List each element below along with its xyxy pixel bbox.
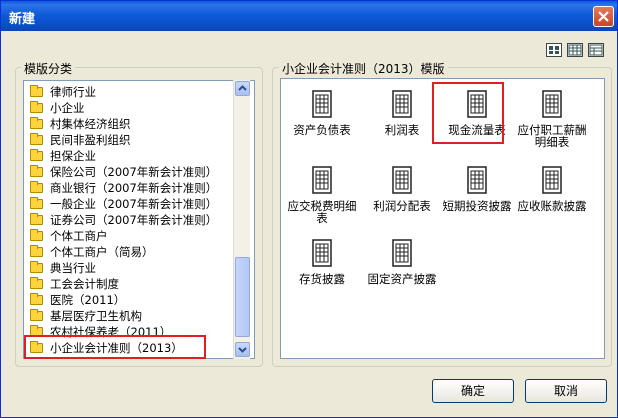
close-button[interactable] [593, 6, 614, 27]
folder-icon [30, 197, 43, 209]
category-label: 律师行业 [50, 85, 96, 99]
category-label: 小企业 [50, 101, 85, 115]
chevron-up-icon [238, 85, 247, 91]
template-label: 存货披露 [299, 272, 345, 286]
folder-icon [30, 133, 43, 145]
template-item[interactable]: 利润分配表 [365, 162, 439, 224]
template-label: 利润分配表 [373, 199, 431, 213]
category-item[interactable]: 商业银行（2007年新会计准则） [26, 180, 234, 196]
spreadsheet-icon [312, 239, 332, 267]
spreadsheet-icon [392, 166, 412, 194]
spreadsheet-icon [312, 166, 332, 194]
category-label: 保险公司（2007年新会计准则） [50, 165, 218, 179]
category-item[interactable]: 基层医疗卫生机构 [26, 308, 234, 324]
template-label: 短期投资披露 [442, 199, 512, 213]
category-label: 村集体经济组织 [50, 117, 131, 131]
folder-icon [30, 261, 43, 273]
category-item[interactable]: 医院（2011） [26, 292, 234, 308]
category-item[interactable]: 民间非盈利组织 [26, 132, 234, 148]
scroll-down-button[interactable] [235, 342, 250, 357]
title-bar[interactable]: 新建 [1, 1, 617, 31]
folder-icon [30, 309, 43, 321]
folder-icon [30, 85, 43, 97]
category-list[interactable]: 律师行业小企业村集体经济组织 民间非盈利组织 担保企业保险公司（2007年新会计准则… [23, 80, 255, 359]
category-label: 医院（2011） [50, 293, 126, 307]
spreadsheet-icon [392, 90, 412, 118]
folder-icon [30, 181, 43, 193]
window-title: 新建 [9, 12, 36, 27]
template-label: 利润表 [384, 123, 420, 137]
chevron-down-icon [238, 347, 247, 353]
folder-icon [30, 229, 43, 241]
template-label: 应交税费明细表 [287, 199, 357, 225]
category-item[interactable]: 个体工商户（简易） [26, 244, 234, 260]
spreadsheet-icon [392, 239, 412, 267]
folder-icon [30, 117, 43, 129]
template-group-label: 小企业会计准则（2013）模版 [279, 60, 448, 77]
large-icons-view-icon[interactable] [546, 43, 562, 57]
category-item[interactable]: 典当行业 [26, 260, 234, 276]
spreadsheet-icon [542, 90, 562, 118]
template-label: 应付职工薪酬明细表 [517, 123, 587, 149]
folder-icon [30, 165, 43, 177]
spreadsheet-icon [312, 90, 332, 118]
category-item[interactable]: 工会会计制度 [26, 276, 234, 292]
category-item[interactable]: 担保企业 [26, 148, 234, 164]
category-item[interactable]: 证券公司（2007年新会计准则） [26, 212, 234, 228]
spreadsheet-icon [542, 166, 562, 194]
category-label: 典当行业 [50, 261, 96, 275]
category-label: 担保企业 [50, 149, 96, 163]
folder-icon [30, 293, 43, 305]
template-item[interactable]: 利润表 [365, 86, 439, 148]
category-label: 个体工商户 [50, 229, 108, 243]
details-view-icon[interactable] [588, 43, 604, 57]
template-item[interactable]: 应付职工薪酬明细表 [515, 86, 589, 148]
ok-button[interactable]: 确定 [432, 379, 514, 403]
category-label: 商业银行（2007年新会计准则） [50, 181, 218, 195]
category-item[interactable]: 小企业 [26, 100, 234, 116]
list-view-icon[interactable] [567, 43, 583, 57]
template-label: 应收账款披露 [517, 199, 587, 213]
folder-icon [30, 277, 43, 289]
category-label: 基层医疗卫生机构 [50, 309, 142, 323]
category-scrollbar[interactable] [233, 80, 250, 359]
template-label: 资产负债表 [293, 123, 351, 137]
category-label: 一般企业（2007年新会计准则） [50, 197, 218, 211]
template-area: 资产负债表 利润表 现金流量表 应付职工薪酬明细表 应交税费明细表 利润分配表 短期投资披露… [280, 78, 605, 359]
category-item[interactable]: 个体工商户 [26, 228, 234, 244]
selected-category-highlight [24, 335, 206, 359]
template-item[interactable]: 应交税费明细表 [285, 162, 359, 224]
scrollbar-thumb[interactable] [235, 257, 250, 337]
scroll-up-button[interactable] [235, 81, 250, 96]
folder-icon [30, 213, 43, 225]
folder-icon [30, 245, 43, 257]
template-item[interactable]: 应收账款披露 [515, 162, 589, 224]
spreadsheet-icon [467, 166, 487, 194]
cancel-button[interactable]: 取消 [525, 379, 607, 403]
template-label: 固定资产披露 [367, 272, 437, 286]
template-item[interactable]: 存货披露 [285, 235, 359, 297]
folder-icon [30, 149, 43, 161]
selected-template-highlight [432, 82, 504, 144]
category-label: 民间非盈利组织 [50, 133, 131, 147]
category-item[interactable]: 律师行业 [26, 84, 234, 100]
category-label: 证券公司（2007年新会计准则） [50, 213, 218, 227]
new-dialog: 新建 模版分类 律师行业小企业村集体经济组织 民间非盈利组织 担保企业保险公司（20… [0, 0, 618, 418]
template-item[interactable]: 资产负债表 [285, 86, 359, 148]
folder-icon [30, 101, 43, 113]
template-item[interactable]: 固定资产披露 [365, 235, 439, 297]
close-icon [598, 11, 609, 22]
template-item[interactable]: 短期投资披露 [440, 162, 514, 224]
category-label: 个体工商户（简易） [50, 245, 154, 259]
category-item[interactable]: 保险公司（2007年新会计准则） [26, 164, 234, 180]
category-group-label: 模版分类 [21, 60, 76, 77]
category-label: 工会会计制度 [50, 277, 119, 291]
category-item[interactable]: 村集体经济组织 [26, 116, 234, 132]
category-item[interactable]: 一般企业（2007年新会计准则） [26, 196, 234, 212]
